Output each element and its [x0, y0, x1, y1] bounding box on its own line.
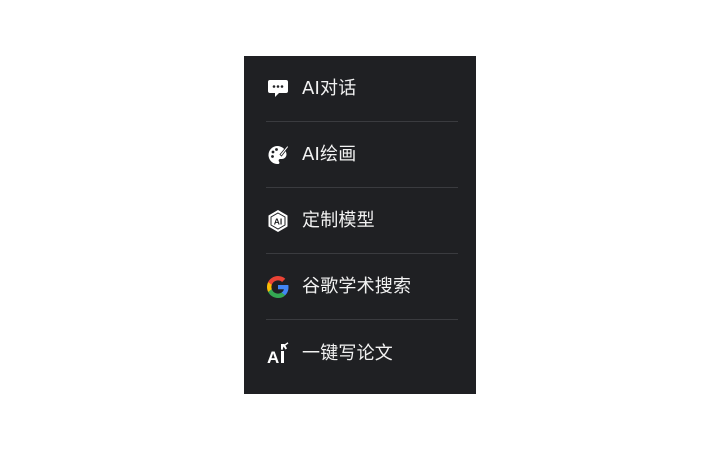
- menu-item-label: 一键写论文: [302, 343, 393, 364]
- menu-item-custom-model[interactable]: AI 定制模型: [266, 188, 458, 254]
- menu-item-label: AI绘画: [302, 143, 357, 165]
- google-g-icon: [266, 275, 290, 299]
- svg-text:A: A: [267, 348, 279, 366]
- feature-menu: AI对话 AI绘画 AI 定制模型 谷歌学术搜索 A 一键写论文: [244, 56, 476, 394]
- menu-item-ai-chat[interactable]: AI对话: [266, 56, 458, 122]
- ai-hexagon-icon: AI: [266, 209, 290, 233]
- menu-item-label: 谷歌学术搜索: [302, 275, 412, 297]
- ai-pen-icon: A: [266, 342, 290, 366]
- menu-item-label: 定制模型: [302, 209, 375, 231]
- menu-item-one-click-paper[interactable]: A 一键写论文: [266, 320, 458, 388]
- menu-item-ai-painting[interactable]: AI绘画: [266, 122, 458, 188]
- chat-bubble-icon: [266, 77, 290, 101]
- menu-item-label: AI对话: [302, 77, 357, 99]
- menu-item-google-scholar[interactable]: 谷歌学术搜索: [266, 254, 458, 320]
- palette-brush-icon: [266, 143, 290, 167]
- svg-text:AI: AI: [274, 216, 283, 226]
